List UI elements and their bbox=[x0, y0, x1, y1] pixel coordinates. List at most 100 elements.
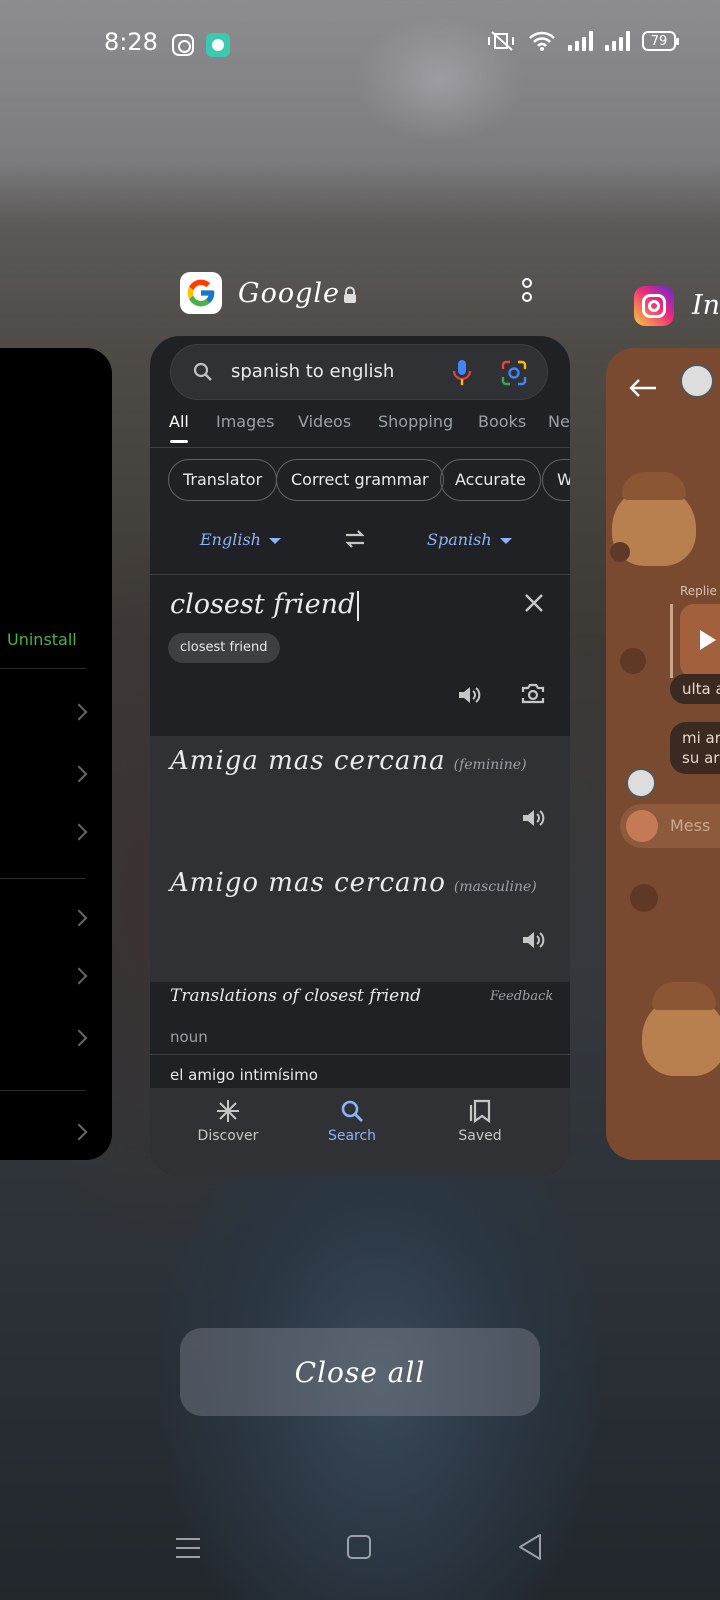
part-of-speech: noun bbox=[170, 1028, 208, 1046]
instagram-notification-icon bbox=[172, 34, 194, 56]
translation-entry[interactable]: el amigo intimísimo bbox=[170, 1066, 318, 1084]
translate-input[interactable]: closest friend bbox=[170, 589, 360, 621]
google-card-header: Google bbox=[180, 272, 560, 318]
search-icon bbox=[341, 1100, 363, 1122]
tab-videos[interactable]: Videos bbox=[298, 412, 351, 431]
divider bbox=[0, 878, 86, 879]
active-tab-indicator bbox=[170, 440, 188, 443]
sticker-decoration bbox=[642, 982, 720, 1076]
message-text: mi ar bbox=[682, 729, 720, 747]
recent-app-card-left[interactable]: Uninstall bbox=[0, 348, 112, 1160]
swap-languages-icon[interactable] bbox=[342, 528, 368, 550]
search-bar[interactable]: spanish to english bbox=[170, 344, 548, 400]
chip-accurate[interactable]: Accurate bbox=[440, 459, 541, 501]
translation-text: Amigo mas cercano bbox=[170, 868, 446, 898]
lock-icon[interactable] bbox=[341, 286, 359, 304]
clock: 8:28 bbox=[104, 28, 158, 56]
tab-all[interactable]: All bbox=[169, 412, 189, 431]
translations-heading: Translations of closest friend bbox=[170, 986, 422, 1006]
wifi-icon bbox=[529, 31, 555, 51]
system-nav-bar bbox=[0, 1520, 720, 1600]
chevron-right-icon bbox=[70, 703, 88, 721]
input-suggestion-chip[interactable]: closest friend bbox=[168, 633, 280, 663]
recent-app-card-google[interactable]: spanish to english All Images Videos Sho… bbox=[150, 336, 570, 1176]
google-lens-icon[interactable] bbox=[501, 360, 527, 386]
divider bbox=[0, 668, 86, 669]
message-bubble[interactable]: ulta a bbox=[670, 674, 720, 704]
source-language-label: English bbox=[200, 530, 261, 549]
translation-output-area: Amiga mas cercana (feminine) Amigo mas ce… bbox=[150, 736, 570, 982]
google-bottom-nav: Discover Search Saved bbox=[150, 1088, 570, 1176]
message-text: ulta a bbox=[682, 680, 720, 698]
speaker-icon[interactable] bbox=[520, 928, 546, 952]
nav-label: Search bbox=[327, 1128, 377, 1144]
tab-images[interactable]: Images bbox=[216, 412, 274, 431]
asterisk-icon bbox=[217, 1100, 239, 1122]
back-arrow-icon[interactable] bbox=[628, 378, 658, 398]
search-icon bbox=[193, 362, 212, 381]
mute-vibrate-icon bbox=[488, 31, 514, 51]
chip-translator[interactable]: Translator bbox=[168, 459, 278, 501]
nav-saved[interactable]: Saved bbox=[430, 1098, 530, 1144]
target-language-select[interactable]: Spanish bbox=[427, 530, 512, 549]
tab-shopping[interactable]: Shopping bbox=[378, 412, 453, 431]
microphone-icon[interactable] bbox=[451, 359, 473, 387]
chip-correct-grammar[interactable]: Correct grammar bbox=[276, 459, 444, 501]
translation-text: Amiga mas cercana bbox=[170, 746, 446, 776]
app-title: Ins bbox=[692, 290, 720, 321]
message-text: su ar bbox=[682, 749, 720, 767]
back-icon[interactable] bbox=[516, 1532, 544, 1562]
camera-icon[interactable] bbox=[626, 810, 658, 842]
avatar[interactable] bbox=[626, 768, 656, 798]
chevron-right-icon bbox=[70, 909, 88, 927]
speaker-icon[interactable] bbox=[520, 806, 546, 830]
signal-2-icon bbox=[605, 31, 630, 51]
signal-1-icon bbox=[568, 31, 593, 51]
chip-more[interactable]: W bbox=[542, 459, 570, 501]
search-query[interactable]: spanish to english bbox=[231, 361, 394, 382]
feedback-link[interactable]: Feedback bbox=[490, 989, 553, 1004]
source-language-select[interactable]: English bbox=[200, 530, 281, 549]
nav-label: Saved bbox=[458, 1128, 502, 1144]
more-options-icon[interactable] bbox=[520, 278, 534, 312]
divider bbox=[0, 1090, 86, 1091]
heart-doodle bbox=[610, 542, 630, 562]
avatar[interactable] bbox=[680, 364, 714, 398]
translation-feminine[interactable]: Amiga mas cercana (feminine) bbox=[170, 746, 527, 776]
uninstall-button[interactable]: Uninstall bbox=[7, 630, 77, 649]
messaging-notification-icon bbox=[206, 33, 230, 57]
tab-books[interactable]: Books bbox=[478, 412, 526, 431]
recent-app-card-instagram[interactable]: Replie ulta a mi ar su ar Mess bbox=[606, 348, 720, 1160]
home-icon[interactable] bbox=[346, 1534, 372, 1560]
nav-discover[interactable]: Discover bbox=[178, 1098, 278, 1144]
google-logo-icon bbox=[180, 272, 222, 314]
clear-icon[interactable] bbox=[522, 591, 546, 615]
target-language-label: Spanish bbox=[427, 530, 492, 549]
menu-icon[interactable] bbox=[174, 1536, 202, 1560]
status-bar: 8:28 79 bbox=[0, 0, 720, 90]
star-doodle bbox=[620, 648, 646, 674]
message-input[interactable]: Mess bbox=[620, 804, 720, 848]
tab-news[interactable]: Ne bbox=[548, 412, 570, 431]
camera-translate-icon[interactable] bbox=[520, 683, 546, 707]
video-message[interactable] bbox=[680, 604, 720, 678]
chevron-right-icon bbox=[70, 823, 88, 841]
star-doodle bbox=[630, 884, 658, 912]
translation-masculine[interactable]: Amigo mas cercano (masculine) bbox=[170, 868, 537, 898]
reply-indicator bbox=[670, 604, 673, 678]
instagram-card-header: Ins bbox=[634, 286, 720, 330]
translate-input-area[interactable]: closest friend closest friend bbox=[150, 574, 570, 736]
search-tabs: All Images Videos Shopping Books Ne bbox=[150, 406, 570, 448]
speaker-icon[interactable] bbox=[456, 683, 482, 707]
chevron-down-icon bbox=[268, 537, 281, 544]
close-all-button[interactable]: Close all bbox=[180, 1328, 540, 1416]
message-placeholder: Mess bbox=[670, 816, 711, 835]
chevron-right-icon bbox=[70, 967, 88, 985]
input-text: closest friend bbox=[170, 589, 356, 620]
bookmark-icon bbox=[469, 1099, 491, 1124]
instagram-logo-icon bbox=[634, 286, 674, 326]
chevron-right-icon bbox=[70, 765, 88, 783]
nav-label: Discover bbox=[197, 1128, 259, 1144]
message-bubble[interactable]: mi ar su ar bbox=[670, 722, 720, 774]
nav-search[interactable]: Search bbox=[302, 1098, 402, 1144]
